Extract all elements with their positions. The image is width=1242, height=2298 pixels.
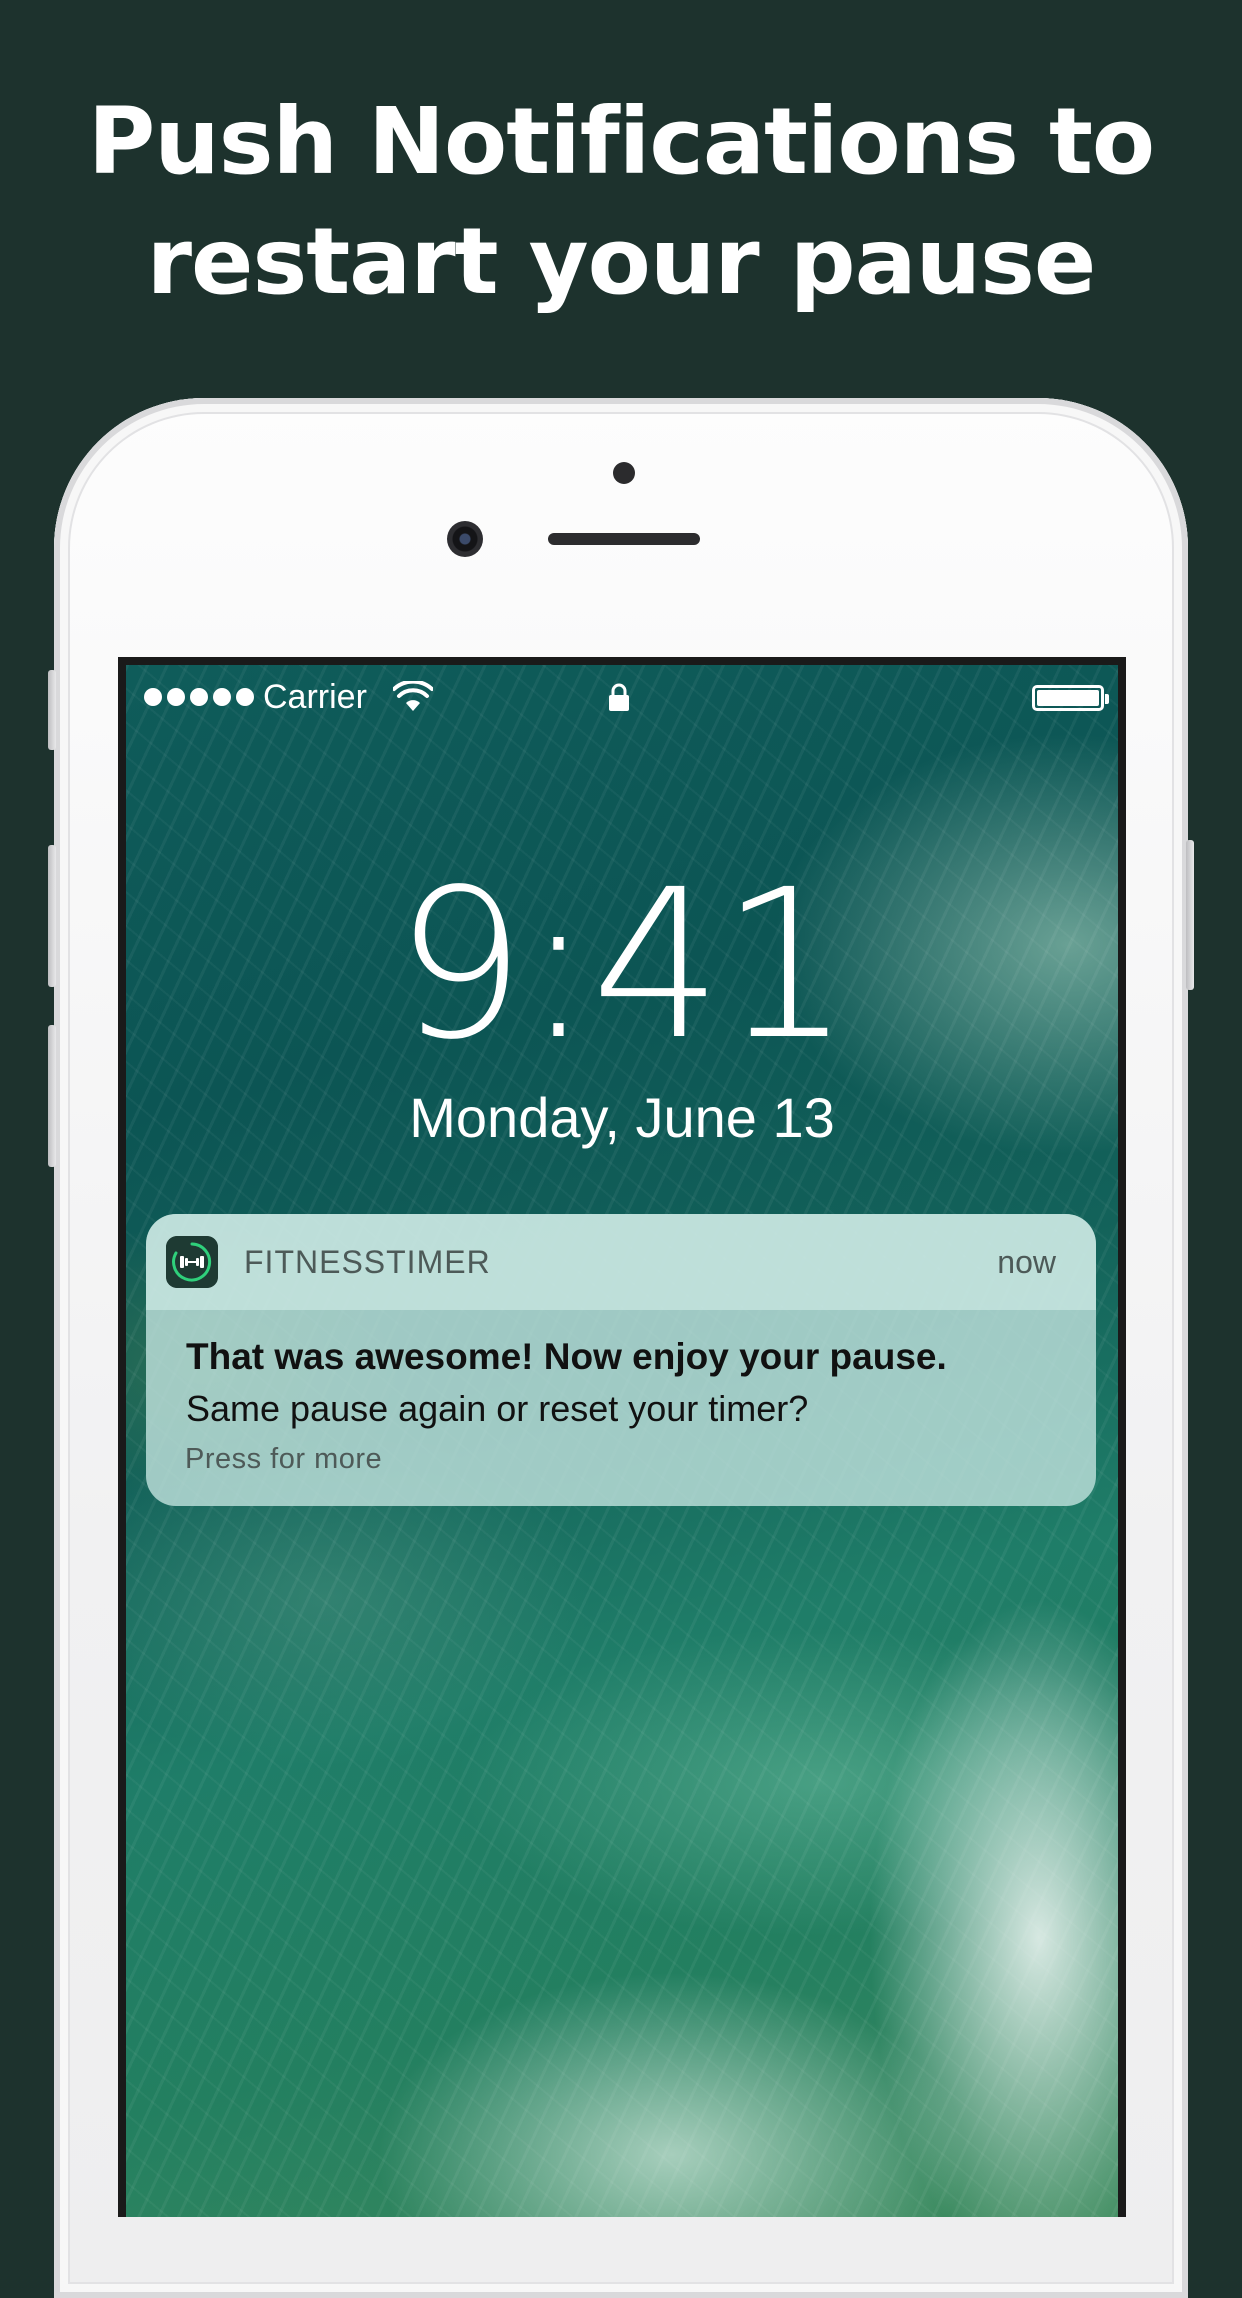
front-camera-icon [447, 521, 483, 557]
notification-hint: Press for more [185, 1443, 383, 1475]
proximity-sensor [613, 462, 635, 484]
notification-app-name: FITNESSTIMER [244, 1244, 491, 1280]
headline-line-1: Push Notifications to [87, 88, 1155, 195]
volume-up-button [48, 845, 56, 987]
headline: Push Notifications to restart your pause [0, 82, 1242, 322]
status-bar: Carrier [126, 665, 1118, 725]
carrier-label: Carrier [263, 678, 367, 716]
lock-screen-time: 9:41 [394, 845, 852, 1085]
phone-screen: Carrier 9:41 Monday, June 13 FITNESSTIME… [118, 657, 1126, 2217]
wifi-icon [393, 681, 433, 711]
lock-icon [609, 683, 629, 711]
volume-down-button [48, 1025, 56, 1167]
power-button [1186, 840, 1194, 990]
notification-body: Same pause again or reset your timer? [186, 1388, 809, 1429]
earpiece-speaker [548, 533, 700, 545]
lock-screen-date: Monday, June 13 [409, 1086, 835, 1149]
battery-fill [1037, 690, 1099, 706]
signal-dots-icon [144, 688, 254, 706]
push-notification[interactable]: FITNESSTIMER now That was awesome! Now e… [146, 1214, 1096, 1506]
headline-line-2: restart your pause [146, 208, 1097, 315]
dumbbell-icon [166, 1236, 218, 1288]
notification-time: now [997, 1244, 1056, 1280]
silent-switch [48, 670, 56, 750]
notification-title: That was awesome! Now enjoy your pause. [186, 1336, 947, 1377]
battery-icon [1032, 685, 1109, 711]
